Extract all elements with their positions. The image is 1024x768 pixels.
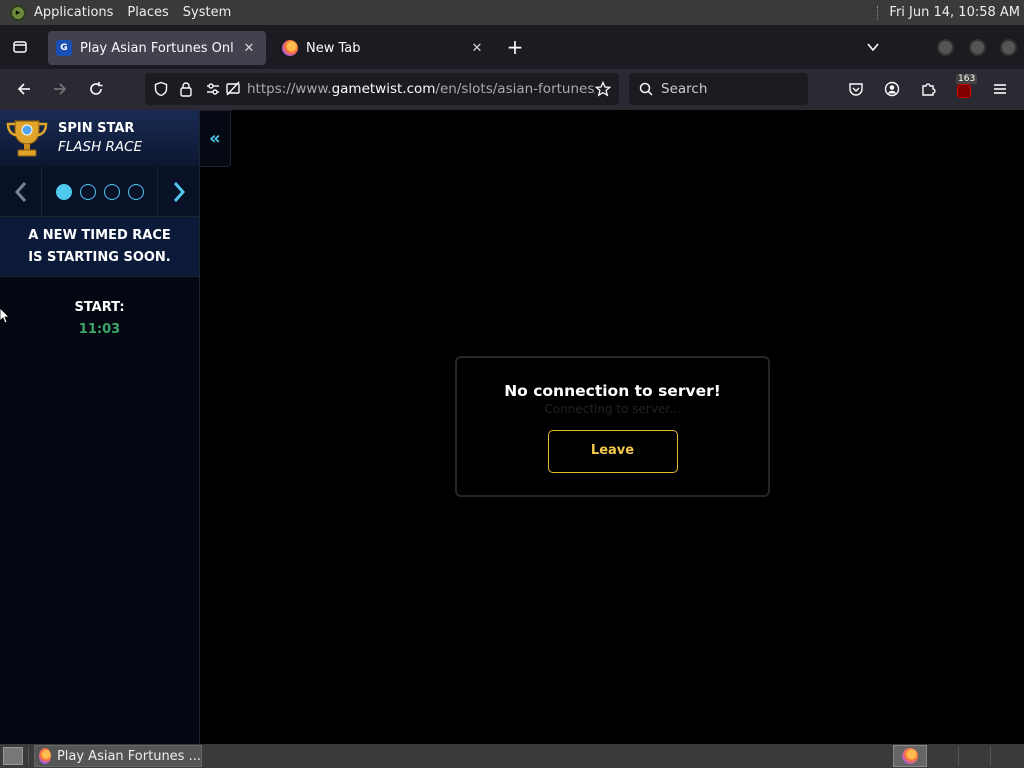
bottom-taskbar: Play Asian Fortunes ... <box>0 744 1024 768</box>
tab-close-icon[interactable]: ✕ <box>468 41 486 56</box>
distro-logo-icon[interactable]: ▸ <box>10 4 26 21</box>
firefox-favicon-icon <box>282 40 298 56</box>
lock-icon[interactable] <box>179 81 193 97</box>
panel-grip <box>877 5 881 20</box>
reload-icon[interactable] <box>82 75 110 103</box>
tab-new-tab[interactable]: New Tab ✕ <box>274 31 494 65</box>
dialog-subtext: Connecting to server... <box>544 402 681 416</box>
trophy-icon <box>6 120 48 157</box>
taskbar-window-firefox[interactable]: Play Asian Fortunes ... <box>34 745 202 767</box>
new-tab-plus-icon[interactable]: + <box>501 33 529 61</box>
sidebar-header: SPIN STAR FLASH RACE <box>0 110 199 167</box>
flash-race-sidebar: SPIN STAR FLASH RACE A NEW TIMED RACE IS… <box>0 110 200 744</box>
start-time: 11:03 <box>78 322 121 337</box>
window-close-icon[interactable] <box>1000 39 1017 56</box>
pager-dots <box>41 166 158 217</box>
pager-dot[interactable] <box>103 183 120 200</box>
mouse-cursor-icon <box>0 308 10 324</box>
window-maximize-icon[interactable] <box>969 39 986 56</box>
workspace-switcher[interactable] <box>893 745 927 767</box>
sidebar-subtitle: FLASH RACE <box>58 139 143 155</box>
pocket-icon[interactable] <box>842 75 870 103</box>
ublock-extension-icon[interactable]: 163 <box>950 74 978 103</box>
page-content: SPIN STAR FLASH RACE A NEW TIMED RACE IS… <box>0 110 1024 744</box>
panel-clock[interactable]: Fri Jun 14, 10:58 AM <box>889 5 1020 20</box>
menu-system[interactable]: System <box>183 5 231 20</box>
tracking-shield-icon[interactable] <box>153 81 169 97</box>
tab-close-icon[interactable]: ✕ <box>240 41 258 56</box>
sidebar-title: SPIN STAR <box>58 121 135 136</box>
nav-bar: https://www.gametwist.com/en/slots/asian… <box>0 69 1024 110</box>
race-message: A NEW TIMED RACE IS STARTING SOON. <box>0 217 199 277</box>
pager-dot[interactable] <box>127 183 144 200</box>
show-desktop-icon[interactable] <box>3 747 23 765</box>
search-bar[interactable]: Search <box>629 73 808 105</box>
race-start: START: 11:03 <box>0 277 199 341</box>
list-tabs-chevron-icon[interactable] <box>859 33 887 61</box>
firefox-icon <box>902 748 918 764</box>
blocked-media-icon[interactable] <box>225 81 241 97</box>
race-pager <box>0 166 199 217</box>
bookmark-star-icon[interactable] <box>595 81 611 97</box>
url-bar[interactable]: https://www.gametwist.com/en/slots/asian… <box>145 73 619 105</box>
firefox-icon <box>39 748 51 764</box>
connection-error-dialog: No connection to server! Connecting to s… <box>455 356 770 497</box>
extension-badge-count: 163 <box>956 74 978 84</box>
tab-strip: G Play Asian Fortunes Online f ✕ New Tab… <box>0 25 1024 69</box>
back-arrow-icon[interactable] <box>10 75 38 103</box>
forward-arrow-icon[interactable] <box>46 75 74 103</box>
sidebar-collapse-button[interactable]: « <box>200 110 231 167</box>
pager-dot[interactable] <box>55 183 72 200</box>
search-icon <box>639 82 653 96</box>
pager-dot[interactable] <box>79 183 96 200</box>
firefox-view-icon[interactable] <box>6 33 34 61</box>
pager-next-chevron-icon[interactable] <box>158 167 199 217</box>
menu-applications[interactable]: Applications <box>34 5 113 20</box>
account-icon[interactable] <box>878 75 906 103</box>
permissions-icon[interactable] <box>205 81 221 97</box>
dialog-heading: No connection to server! <box>504 382 721 400</box>
pager-prev-chevron-icon[interactable] <box>0 167 41 217</box>
gametwist-favicon-icon: G <box>56 40 72 56</box>
tab-asian-fortunes[interactable]: G Play Asian Fortunes Online f ✕ <box>48 31 266 65</box>
extensions-puzzle-icon[interactable] <box>914 75 942 103</box>
start-label: START: <box>74 300 125 315</box>
top-panel: ▸ Applications Places System Fri Jun 14,… <box>0 0 1024 25</box>
hamburger-menu-icon[interactable] <box>986 75 1014 103</box>
leave-button[interactable]: Leave <box>547 430 678 473</box>
url-text[interactable]: https://www.gametwist.com/en/slots/asian… <box>247 81 595 97</box>
menu-places[interactable]: Places <box>127 5 168 20</box>
window-minimize-icon[interactable] <box>937 39 954 56</box>
